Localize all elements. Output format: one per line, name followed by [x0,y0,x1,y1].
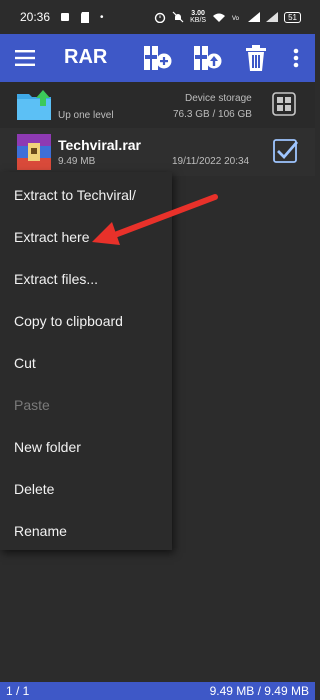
app-bar: RAR [0,34,315,82]
status-bar: 20:36 • 3.00 KB/S Vo 51 [0,0,315,34]
wifi-icon [213,13,226,22]
menu-item-copy-to-clipboard[interactable]: Copy to clipboard [14,313,123,333]
up-one-level-label: Up one level [58,110,114,121]
file-date: 19/11/2022 20:34 [172,156,250,167]
notification-icon [61,13,70,21]
grid-view-icon[interactable] [272,92,296,116]
app-title: RAR [64,46,108,68]
annotation-arrow [92,194,218,245]
battery-icon: 51 [284,11,301,23]
hamburger-menu-icon[interactable] [15,49,35,67]
dot-icon: • [100,11,104,23]
file-row-techviral[interactable]: Techviral.rar 9.49 MB 19/11/2022 20:34 [0,128,315,176]
menu-item-delete[interactable]: Delete [14,481,54,501]
menu-item-new-folder[interactable]: New folder [14,439,81,459]
up-one-level-row[interactable]: Up one level Device storage 76.3 GB / 10… [0,82,315,129]
page-indicator: 1 / 1 [6,684,30,698]
file-size: 9.49 MB [58,156,96,167]
network-speed: 3.00 KB/S [190,10,207,24]
menu-item-rename[interactable]: Rename [14,523,67,543]
storage-size: 76.3 GB / 106 GB [173,109,252,120]
bottom-status-bar: 1 / 1 9.49 MB / 9.49 MB [0,682,315,700]
sd-card-icon [81,11,90,23]
signal-icon [248,12,261,22]
menu-item-paste: Paste [14,397,50,413]
checked-checkbox-icon[interactable] [273,138,299,164]
file-name: Techviral.rar [58,137,142,153]
folder-up-icon [17,90,51,120]
menu-item-extract-here[interactable]: Extract here [14,229,89,249]
menu-item-extract-files[interactable]: Extract files... [14,271,98,291]
delete-icon[interactable] [241,43,271,73]
alarm-icon [154,12,166,23]
device-storage-label: Device storage [185,93,252,104]
add-to-archive-icon[interactable] [142,43,172,73]
svg-text:Vo: Vo [232,16,240,22]
menu-item-cut[interactable]: Cut [14,355,36,375]
mute-icon [172,11,184,23]
volte-icon: Vo [232,16,240,22]
selection-size: 9.49 MB / 9.49 MB [209,684,309,698]
more-options-icon[interactable] [284,43,308,73]
signal-2-icon [266,12,279,22]
status-time: 20:36 [20,10,51,24]
extract-from-archive-icon[interactable] [192,43,222,73]
rar-archive-icon [17,134,51,170]
